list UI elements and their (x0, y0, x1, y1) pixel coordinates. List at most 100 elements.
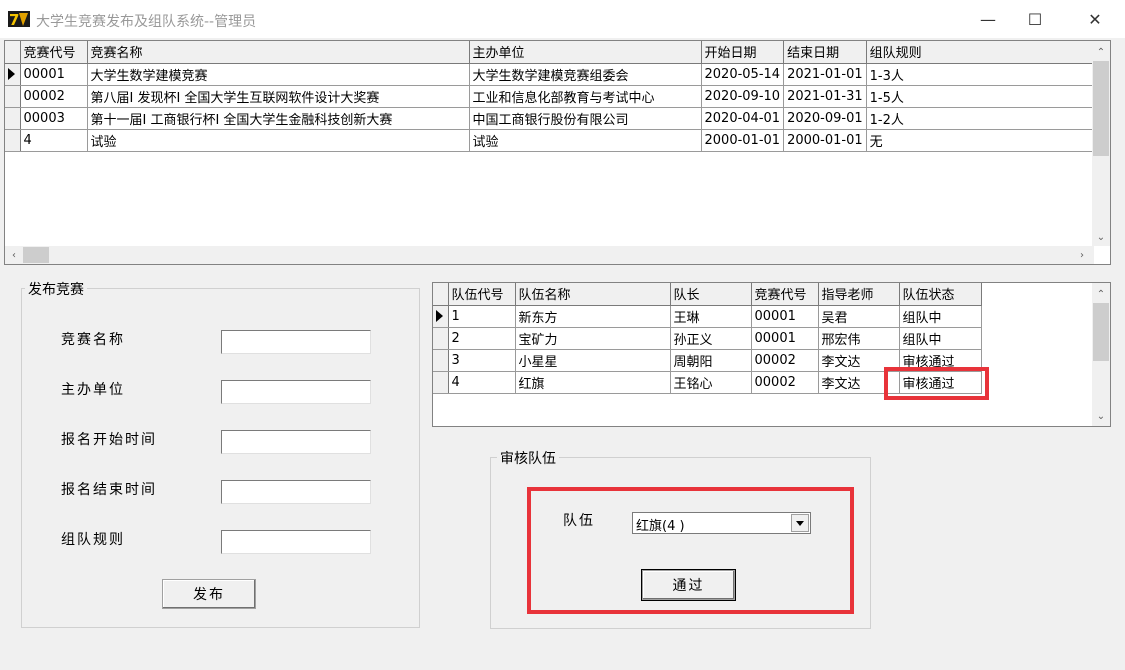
table-cell[interactable]: 1-2人 (866, 107, 1097, 130)
table-cell[interactable]: 3 (448, 349, 516, 372)
table-cell[interactable]: 2020-05-14 (701, 63, 785, 86)
column-header[interactable]: 竞赛代号 (20, 41, 88, 64)
start-time-label: 报名开始时间 (61, 432, 157, 448)
scroll-thumb[interactable] (1093, 303, 1109, 361)
column-header[interactable]: 结束日期 (783, 41, 867, 64)
row-indicator[interactable] (433, 327, 449, 350)
table-cell[interactable]: 00001 (751, 327, 819, 350)
table-cell[interactable]: 第八届I 发现杯I 全国大学生互联网软件设计大奖赛 (87, 85, 470, 108)
table-cell[interactable]: 2 (448, 327, 516, 350)
current-row-indicator-icon[interactable] (5, 63, 21, 86)
table-cell[interactable]: 吴君 (818, 305, 900, 328)
end-time-input[interactable] (221, 480, 371, 504)
scroll-thumb[interactable] (1093, 61, 1109, 156)
table-cell[interactable]: 中国工商银行股份有限公司 (469, 107, 702, 130)
maximize-button[interactable]: ☐ (1012, 0, 1058, 38)
column-header[interactable]: 队伍状态 (899, 283, 982, 306)
table-cell[interactable]: 00002 (751, 349, 819, 372)
table-cell[interactable]: 00003 (20, 107, 88, 130)
team-rule-input[interactable] (221, 530, 371, 554)
table-cell[interactable]: 组队中 (899, 305, 982, 328)
table-cell[interactable]: 第十一届I 工商银行杯I 全国大学生金融科技创新大赛 (87, 107, 470, 130)
scroll-down-icon[interactable]: ⌄ (1092, 407, 1110, 425)
competition-vertical-scrollbar[interactable]: ⌃ ⌄ (1092, 41, 1110, 246)
team-vertical-scrollbar[interactable]: ⌃ ⌄ (1092, 283, 1110, 426)
table-cell[interactable]: 2020-09-10 (701, 85, 785, 108)
window-title: 大学生竞赛发布及组队系统--管理员 (36, 14, 257, 30)
table-cell[interactable]: 00002 (20, 85, 88, 108)
table-cell[interactable]: 宝矿力 (515, 327, 671, 350)
scroll-right-icon[interactable]: › (1073, 246, 1091, 264)
table-cell[interactable]: 红旗 (515, 371, 671, 394)
maximize-icon: ☐ (1027, 9, 1043, 29)
row-indicator[interactable] (433, 349, 449, 372)
table-cell[interactable]: 王铭心 (670, 371, 752, 394)
column-header[interactable]: 主办单位 (469, 41, 702, 64)
host-input[interactable] (221, 380, 371, 404)
table-cell[interactable]: 2020-04-01 (701, 107, 785, 130)
table-cell[interactable]: 试验 (87, 129, 470, 152)
column-header[interactable]: 指导老师 (818, 283, 900, 306)
table-cell[interactable]: 小星星 (515, 349, 671, 372)
column-header[interactable]: 开始日期 (701, 41, 785, 64)
table-cell[interactable]: 00001 (751, 305, 819, 328)
table-cell[interactable]: 王琳 (670, 305, 752, 328)
scroll-up-icon[interactable]: ⌃ (1092, 285, 1110, 303)
column-header[interactable]: 竞赛名称 (87, 41, 470, 64)
table-cell[interactable]: 新东方 (515, 305, 671, 328)
table-cell[interactable]: 孙正义 (670, 327, 752, 350)
table-cell[interactable]: 00001 (20, 63, 88, 86)
table-cell[interactable]: 00002 (751, 371, 819, 394)
title-bar: 7 大学生竞赛发布及组队系统--管理员 — ☐ ✕ (0, 0, 1125, 38)
table-cell[interactable]: 大学生数学建模竞赛组委会 (469, 63, 702, 86)
table-row[interactable]: 2 宝矿力 孙正义 00001 邢宏伟 组队中 (433, 327, 982, 350)
close-icon: ✕ (1088, 9, 1102, 29)
competition-horizontal-scrollbar[interactable]: ‹ › (5, 246, 1094, 264)
column-header[interactable]: 组队规则 (866, 41, 1097, 64)
current-row-indicator-icon[interactable] (433, 305, 449, 328)
table-row[interactable]: 1 新东方 王琳 00001 吴君 组队中 (433, 305, 982, 328)
minimize-button[interactable]: — (965, 0, 1011, 38)
table-cell[interactable]: 1-5人 (866, 85, 1097, 108)
column-header[interactable]: 队长 (670, 283, 752, 306)
table-cell[interactable]: 2021-01-01 (783, 63, 867, 86)
table-cell[interactable]: 大学生数学建模竞赛 (87, 63, 470, 86)
table-row[interactable]: 00002 第八届I 发现杯I 全国大学生互联网软件设计大奖赛 工业和信息化部教育与… (5, 85, 1097, 108)
row-indicator[interactable] (433, 371, 449, 394)
table-cell[interactable]: 组队中 (899, 327, 982, 350)
table-cell[interactable]: 4 (448, 371, 516, 394)
svg-text:7: 7 (9, 11, 19, 29)
host-label: 主办单位 (61, 382, 125, 398)
table-cell[interactable]: 1 (448, 305, 516, 328)
row-indicator[interactable] (5, 85, 21, 108)
scroll-down-icon[interactable]: ⌄ (1092, 228, 1110, 246)
column-header[interactable]: 队伍代号 (448, 283, 516, 306)
table-cell[interactable]: 2021-01-31 (783, 85, 867, 108)
row-indicator[interactable] (5, 129, 21, 152)
scroll-left-icon[interactable]: ‹ (5, 246, 23, 264)
table-cell[interactable]: 试验 (469, 129, 702, 152)
start-time-input[interactable] (221, 430, 371, 454)
publish-button[interactable]: 发布 (162, 579, 256, 609)
table-cell[interactable]: 4 (20, 129, 88, 152)
table-cell[interactable]: 工业和信息化部教育与考试中心 (469, 85, 702, 108)
table-cell[interactable]: 周朝阳 (670, 349, 752, 372)
table-cell[interactable]: 2020-09-01 (783, 107, 867, 130)
team-grid[interactable]: 队伍代号 队伍名称 队长 竞赛代号 指导老师 队伍状态 1 新东方 王琳 00001 吴… (432, 282, 1111, 427)
competition-name-input[interactable] (221, 330, 371, 354)
scroll-thumb[interactable] (23, 247, 49, 263)
table-row[interactable]: 00001 大学生数学建模竞赛 大学生数学建模竞赛组委会 2020-05-14 2021… (5, 63, 1097, 86)
table-row[interactable]: 4 试验 试验 2000-01-01 2000-01-01 无 (5, 129, 1097, 152)
scroll-up-icon[interactable]: ⌃ (1092, 43, 1110, 61)
close-button[interactable]: ✕ (1072, 0, 1118, 38)
column-header[interactable]: 竞赛代号 (751, 283, 819, 306)
table-cell[interactable]: 2000-01-01 (783, 129, 867, 152)
column-header[interactable]: 队伍名称 (515, 283, 671, 306)
table-cell[interactable]: 邢宏伟 (818, 327, 900, 350)
row-indicator[interactable] (5, 107, 21, 130)
competition-grid[interactable]: 竞赛代号 竞赛名称 主办单位 开始日期 结束日期 组队规则 00001 大学生数学… (4, 40, 1111, 265)
table-row[interactable]: 00003 第十一届I 工商银行杯I 全国大学生金融科技创新大赛 中国工商银行股份有… (5, 107, 1097, 130)
table-cell[interactable]: 2000-01-01 (701, 129, 785, 152)
table-cell[interactable]: 1-3人 (866, 63, 1097, 86)
table-cell[interactable]: 无 (866, 129, 1097, 152)
